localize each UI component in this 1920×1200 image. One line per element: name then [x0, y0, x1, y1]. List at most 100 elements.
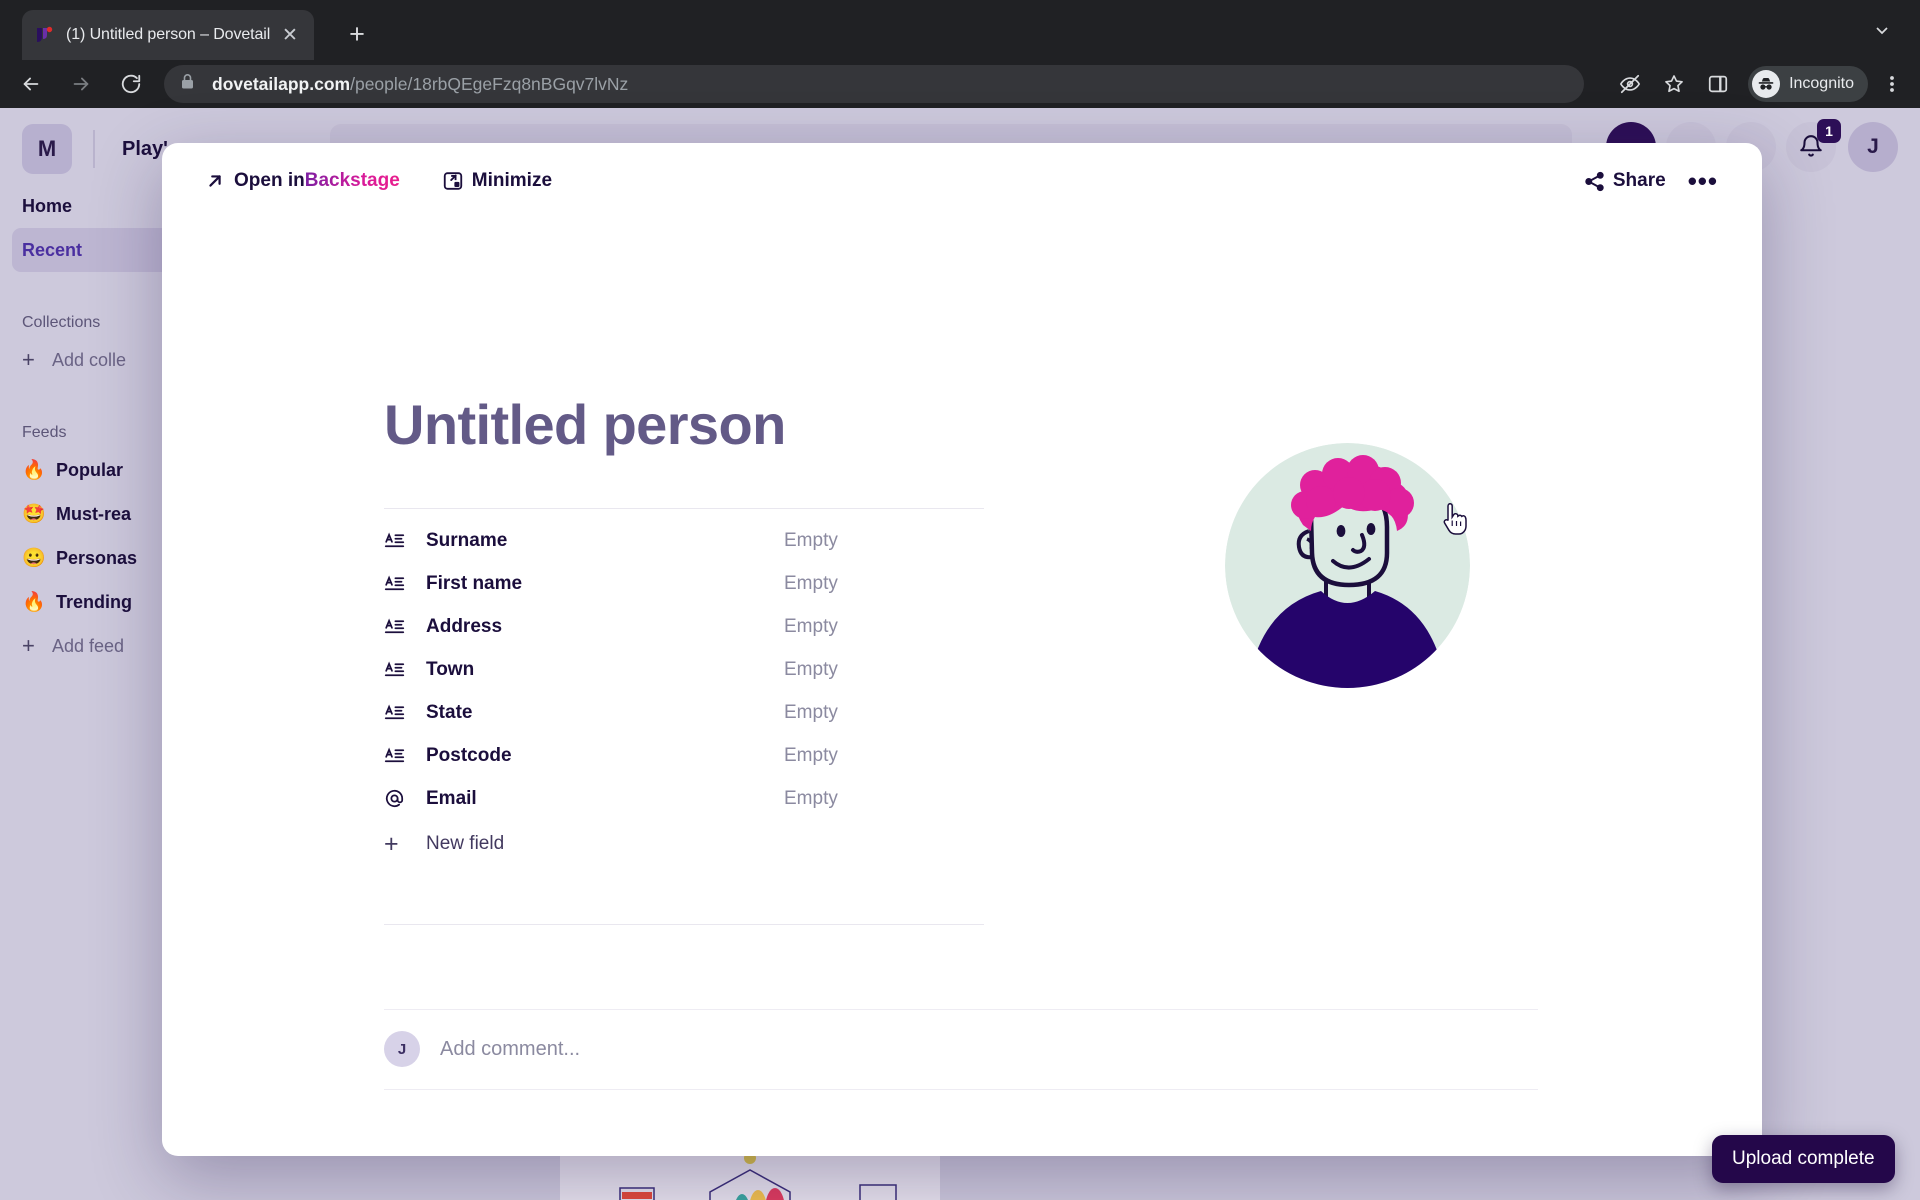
- sidebar-item-label: Personas: [56, 547, 138, 568]
- table-row[interactable]: State Empty: [384, 691, 984, 734]
- close-icon[interactable]: ✕: [278, 23, 302, 47]
- tab-strip: (1) Untitled person – Dovetail ✕ +: [0, 0, 1920, 60]
- table-row[interactable]: First name Empty: [384, 562, 984, 605]
- modal-header-actions: Share •••: [1573, 159, 1730, 203]
- text-field-icon: [384, 530, 426, 551]
- status-toast: Upload complete: [1712, 1135, 1895, 1183]
- sidebar-item-label: Must-rea: [56, 503, 132, 524]
- url-text: dovetailapp.com/people/18rbQEgeFzq8nBGqv…: [212, 74, 628, 95]
- sidebar-item-label: Popular: [56, 459, 124, 480]
- toolbar-actions: Incognito: [1606, 64, 1920, 104]
- field-value[interactable]: Empty: [784, 659, 838, 681]
- minimize-icon: [442, 170, 472, 192]
- field-value[interactable]: Empty: [784, 745, 838, 767]
- table-row[interactable]: Town Empty: [384, 648, 984, 691]
- three-dot-menu-icon[interactable]: [1872, 64, 1912, 104]
- sidebar-item-label: Home: [22, 195, 73, 216]
- share-button[interactable]: Share: [1573, 159, 1676, 203]
- avatar: J: [384, 1031, 420, 1067]
- incognito-profile-button[interactable]: Incognito: [1748, 66, 1868, 102]
- new-field-label: New field: [426, 833, 505, 854]
- external-link-arrow-icon: [204, 170, 234, 192]
- side-panel-icon[interactable]: [1698, 64, 1738, 104]
- star-icon[interactable]: [1654, 64, 1694, 104]
- table-row[interactable]: Postcode Empty: [384, 734, 984, 777]
- browser-tab[interactable]: (1) Untitled person – Dovetail ✕: [22, 10, 314, 60]
- field-value[interactable]: Empty: [784, 530, 838, 552]
- open-in-prefix: Open in: [234, 170, 305, 191]
- fire-icon: 🔥: [22, 460, 46, 481]
- grinning-face-icon: 😀: [22, 548, 46, 569]
- minimize-label: Minimize: [471, 170, 553, 191]
- back-button[interactable]: [12, 65, 50, 103]
- sidebar-item-label: Recent: [22, 239, 83, 260]
- field-value[interactable]: Empty: [784, 573, 838, 595]
- tab-title: (1) Untitled person – Dovetail: [66, 26, 271, 43]
- share-label: Share: [1612, 170, 1666, 191]
- field-label: Address: [426, 615, 503, 637]
- more-options-button[interactable]: •••: [1676, 159, 1730, 203]
- table-row[interactable]: Address Empty: [384, 605, 984, 648]
- plus-icon: +: [384, 829, 399, 858]
- text-field-icon: [384, 573, 426, 594]
- pointer-hand-cursor: [1442, 502, 1468, 535]
- sidebar-item-label: Add colle: [52, 349, 127, 370]
- field-value[interactable]: Empty: [784, 788, 838, 810]
- new-tab-button[interactable]: +: [340, 18, 374, 52]
- url-path: /people/18rbQEgeFzq8nBGqv7lvNz: [350, 73, 629, 94]
- text-field-icon: [384, 659, 426, 680]
- field-value[interactable]: Empty: [784, 616, 838, 638]
- url-domain: dovetailapp.com: [212, 73, 351, 94]
- modal-body: Untitled person Surname Empty First name…: [162, 219, 1762, 1156]
- dovetail-favicon: [34, 25, 54, 45]
- field-label: Email: [426, 787, 477, 809]
- backstage-brand-label: Backstage: [304, 170, 400, 191]
- field-label: State: [426, 701, 473, 723]
- field-label: Town: [426, 658, 475, 680]
- page-title[interactable]: Untitled person: [384, 392, 786, 457]
- notifications-button[interactable]: 1: [1786, 119, 1841, 172]
- add-comment-row[interactable]: J Add comment...: [384, 1009, 1538, 1089]
- fire-icon: 🔥: [22, 592, 46, 613]
- address-bar[interactable]: dovetailapp.com/people/18rbQEgeFzq8nBGqv…: [164, 65, 1584, 103]
- chevron-down-icon[interactable]: [1864, 12, 1900, 48]
- plus-icon: +: [22, 347, 35, 372]
- modal-header: Open in Backstage Minimize Share •••: [162, 143, 1762, 219]
- eye-slash-icon[interactable]: [1610, 64, 1650, 104]
- field-label: First name: [426, 572, 523, 594]
- share-icon: [1583, 170, 1613, 193]
- open-in-backstage-button[interactable]: Open in Backstage: [194, 159, 410, 203]
- at-sign-icon: [384, 788, 426, 809]
- text-field-icon: [384, 616, 426, 637]
- table-row[interactable]: Surname Empty: [384, 519, 984, 562]
- field-label: Postcode: [426, 744, 512, 766]
- divider: [384, 508, 984, 509]
- divider: [384, 924, 984, 925]
- new-field-button[interactable]: + New field: [384, 820, 984, 868]
- browser-chrome: (1) Untitled person – Dovetail ✕ + dovet…: [0, 0, 1920, 108]
- browser-toolbar: dovetailapp.com/people/18rbQEgeFzq8nBGqv…: [0, 60, 1920, 108]
- plus-icon: +: [22, 633, 35, 658]
- star-struck-icon: 🤩: [22, 504, 46, 525]
- table-row[interactable]: Email Empty: [384, 777, 984, 820]
- divider: [384, 1089, 1538, 1090]
- incognito-label: Incognito: [1789, 75, 1854, 92]
- sidebar-item-label: Add feed: [52, 635, 125, 656]
- person-detail-modal: Open in Backstage Minimize Share ••• Unt…: [162, 143, 1762, 1156]
- forward-button[interactable]: [62, 65, 100, 103]
- person-fields-list: Surname Empty First name Empty Address E…: [384, 519, 984, 868]
- text-field-icon: [384, 702, 426, 723]
- field-label: Surname: [426, 529, 508, 551]
- person-avatar-illustration[interactable]: [1225, 443, 1470, 688]
- field-value[interactable]: Empty: [784, 702, 838, 724]
- reload-button[interactable]: [112, 65, 150, 103]
- topbar-divider: [93, 130, 95, 168]
- comment-input[interactable]: Add comment...: [440, 1038, 580, 1061]
- minimize-button[interactable]: Minimize: [432, 159, 562, 203]
- notification-count-badge: 1: [1817, 119, 1841, 143]
- sidebar-item-label: Trending: [56, 591, 132, 612]
- incognito-icon: [1752, 70, 1781, 98]
- toast-message: Upload complete: [1732, 1148, 1875, 1169]
- user-avatar[interactable]: J: [1848, 122, 1898, 172]
- workspace-badge[interactable]: M: [22, 124, 72, 174]
